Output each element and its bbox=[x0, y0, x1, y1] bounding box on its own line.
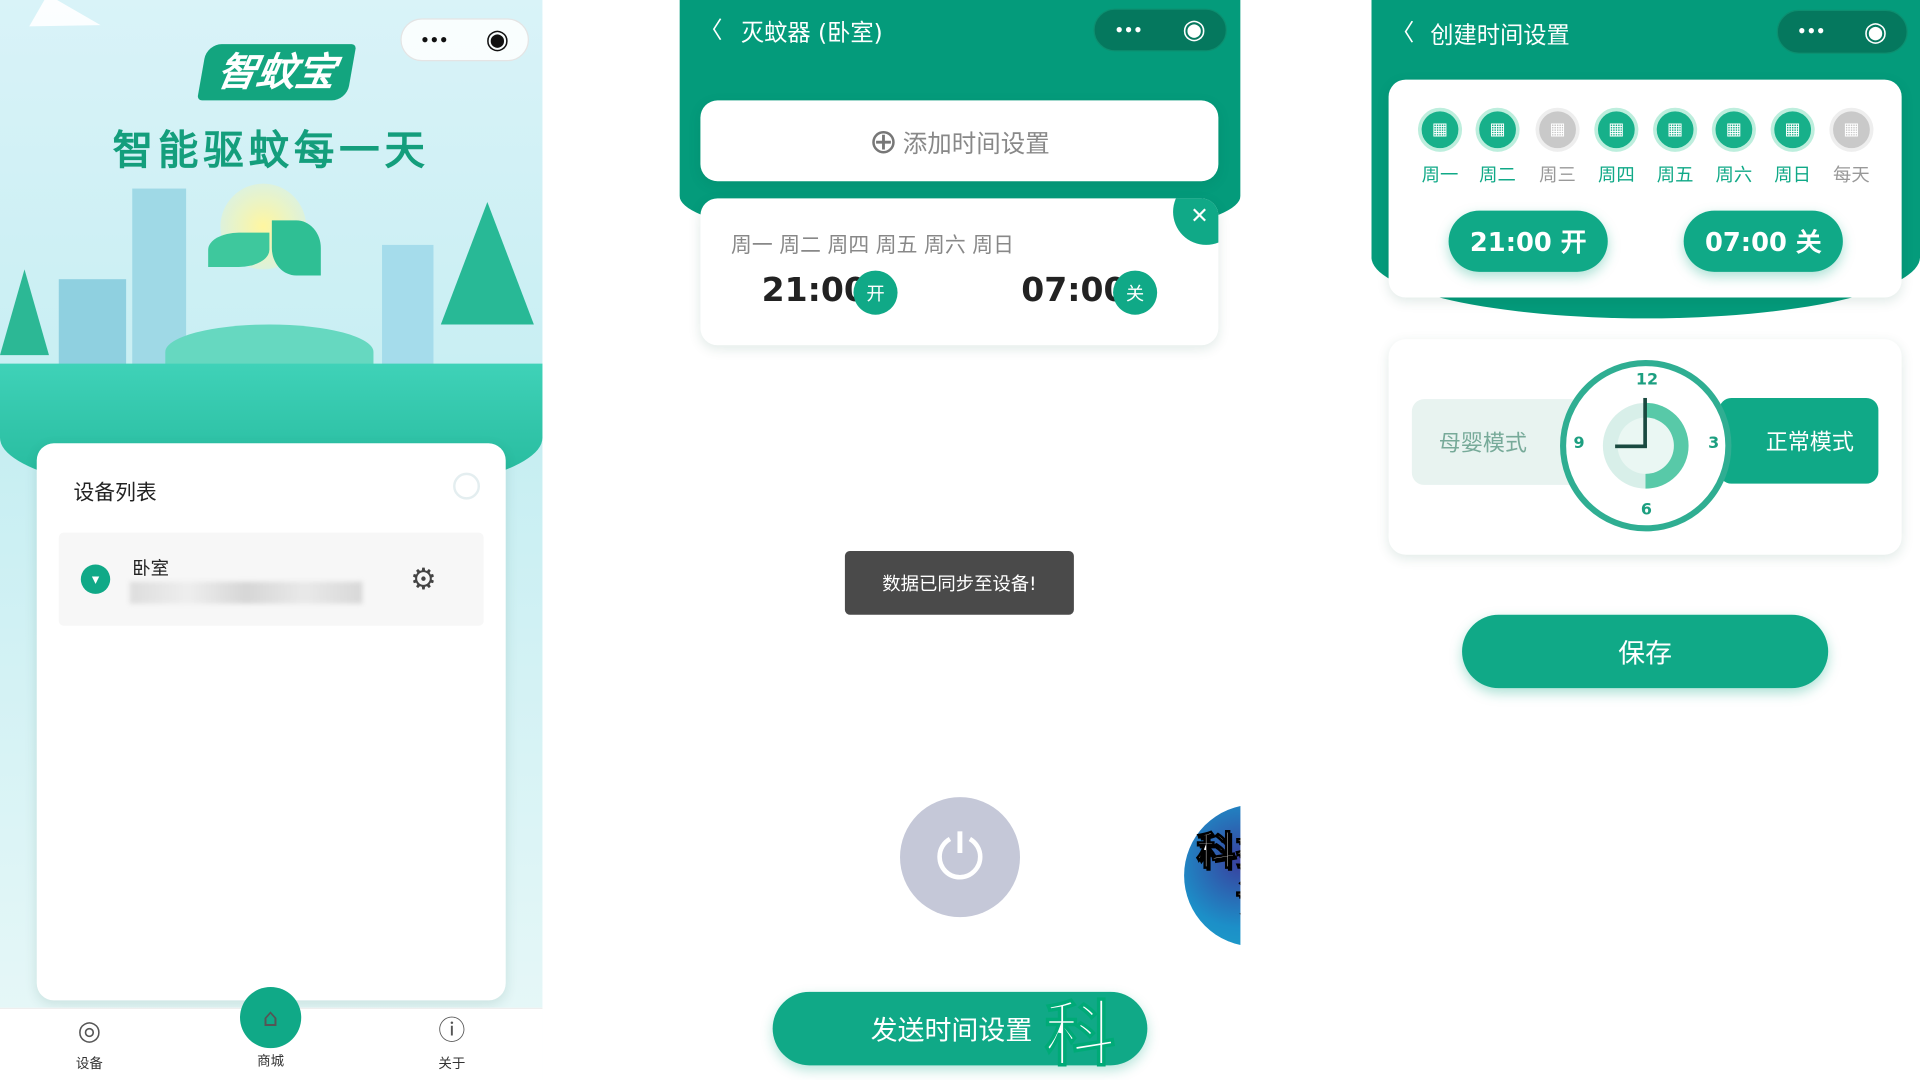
add-circle-icon: ⊕ bbox=[869, 120, 898, 162]
power-icon: ⏻ bbox=[935, 821, 985, 893]
send-time-setting-button[interactable]: 发送时间设置 科 bbox=[772, 991, 1148, 1077]
on-time-button[interactable]: 21:00 开 bbox=[1448, 210, 1608, 272]
capsule-menu: ••• ◉ bbox=[1093, 8, 1227, 52]
tree-graphic bbox=[440, 202, 534, 325]
building-graphic bbox=[382, 244, 434, 365]
calendar-icon: ▦ bbox=[1829, 107, 1874, 152]
more-icon[interactable]: ••• bbox=[1115, 21, 1143, 38]
tab-bar: ◎ 设备 ⌂ 商城 ⓘ 关于 bbox=[0, 986, 543, 1080]
tab-device[interactable]: ◎ 设备 bbox=[53, 1014, 126, 1073]
slogan: 智能驱蚊每一天 bbox=[112, 126, 430, 174]
on-badge: 开 bbox=[853, 270, 898, 315]
close-mini-program-icon[interactable]: ◉ bbox=[1182, 15, 1206, 46]
device-row[interactable]: ▾ 卧室 ⚙ bbox=[58, 532, 484, 626]
watermark-logo: 科技探谈 bbox=[1184, 804, 1241, 947]
mode-card: 母婴模式 正常模式 12 3 6 9 bbox=[1388, 339, 1902, 555]
clock-number-9: 9 bbox=[1573, 434, 1585, 454]
clock-minute-hand bbox=[1643, 397, 1647, 447]
device-name: 卧室 bbox=[132, 557, 170, 580]
day-fri[interactable]: ▦ 周五 bbox=[1648, 107, 1702, 188]
off-time-button[interactable]: 07:00 关 bbox=[1683, 210, 1843, 272]
day-sun[interactable]: ▦ 周日 bbox=[1766, 107, 1820, 188]
power-button[interactable]: ⏻ bbox=[900, 797, 1021, 918]
app-logo: 智蚊宝 bbox=[197, 44, 357, 101]
device-control-screen: 〈 灭蚊器 (卧室) ••• ◉ ⊕ 添加时间设置 周一 周二 周四 周五 周六… bbox=[679, 0, 1241, 1080]
day-everyday[interactable]: ▦ 每天 bbox=[1825, 107, 1879, 188]
more-icon[interactable]: ••• bbox=[420, 31, 448, 48]
day-wed[interactable]: ▦ 周三 bbox=[1531, 107, 1585, 188]
off-time: 07:00 bbox=[1021, 271, 1127, 310]
close-mini-program-icon[interactable]: ◉ bbox=[486, 24, 510, 55]
settings-gear-icon[interactable]: ⚙ bbox=[410, 562, 436, 596]
schedule-days: 周一 周二 周四 周五 周六 周日 bbox=[731, 233, 1014, 259]
building-graphic bbox=[58, 279, 127, 365]
day-mon[interactable]: ▦ 周一 bbox=[1413, 107, 1467, 188]
schedule-card[interactable]: 周一 周二 周四 周五 周六 周日 21:00 开 07:00 关 ✕ bbox=[700, 198, 1219, 346]
capsule-menu: ••• ◉ bbox=[1776, 9, 1908, 54]
device-id-blurred bbox=[129, 581, 363, 604]
calendar-icon: ▦ bbox=[1653, 107, 1698, 152]
calendar-icon: ▦ bbox=[1535, 107, 1580, 152]
mother-baby-mode-button[interactable]: 母婴模式 bbox=[1411, 399, 1584, 485]
calendar-icon: ▦ bbox=[1475, 107, 1520, 152]
day-thu[interactable]: ▦ 周四 bbox=[1589, 107, 1643, 188]
sprout-graphic bbox=[271, 220, 321, 276]
device-list-card: 设备列表 ▾ 卧室 ⚙ bbox=[36, 443, 506, 1001]
save-button[interactable]: 保存 bbox=[1462, 614, 1829, 689]
normal-mode-button[interactable]: 正常模式 bbox=[1719, 397, 1879, 484]
home-screen: ••• ◉ 智蚊宝 智能驱蚊每一天 设备列表 ▾ 卧室 ⚙ ◎设备 ⌂商城 bbox=[0, 0, 543, 1080]
device-list-title: 设备列表 bbox=[73, 481, 157, 506]
store-icon: ⌂ bbox=[240, 986, 302, 1049]
back-button[interactable]: 〈 bbox=[699, 12, 722, 45]
watermark-partial: 科 bbox=[1044, 992, 1116, 1077]
clock-hour-hand bbox=[1615, 444, 1647, 449]
clock-number-3: 3 bbox=[1708, 434, 1720, 454]
tab-about[interactable]: ⓘ 关于 bbox=[415, 1014, 488, 1073]
tab-store[interactable]: ⌂ 商城 bbox=[234, 986, 307, 1070]
day-sat[interactable]: ▦ 周六 bbox=[1707, 107, 1761, 188]
more-icon[interactable]: ••• bbox=[1797, 23, 1825, 40]
back-button[interactable]: 〈 bbox=[1391, 15, 1414, 48]
add-time-setting-label: 添加时间设置 bbox=[902, 127, 1050, 158]
on-time: 21:00 bbox=[761, 271, 867, 310]
create-time-setting-screen: 〈 创建时间设置 ••• ◉ ▦ 周一 ▦ 周二 ▦ 周三 ▦ 周四 ▦ 周五 ▦ 周六 ▦… bbox=[1371, 0, 1920, 1080]
page-title: 创建时间设置 bbox=[1430, 22, 1570, 49]
device-icon: ◎ bbox=[77, 1016, 102, 1047]
delete-schedule-close-icon[interactable]: ✕ bbox=[1173, 198, 1219, 245]
toast-message: 数据已同步至设备! bbox=[844, 551, 1074, 615]
day-selection-card: ▦ 周一 ▦ 周二 ▦ 周三 ▦ 周四 ▦ 周五 ▦ 周六 ▦ 周日 ▦ 每天 21:00 开 … bbox=[1388, 79, 1902, 298]
refresh-icon[interactable] bbox=[453, 472, 481, 500]
calendar-icon: ▦ bbox=[1711, 107, 1756, 152]
close-mini-program-icon[interactable]: ◉ bbox=[1864, 17, 1888, 48]
off-badge: 关 bbox=[1113, 270, 1158, 315]
clock-number-6: 6 bbox=[1640, 500, 1652, 520]
device-icon: ▾ bbox=[80, 564, 111, 594]
add-time-setting-button[interactable]: ⊕ 添加时间设置 bbox=[700, 100, 1219, 182]
tree-graphic bbox=[0, 269, 49, 356]
send-label: 发送时间设置 bbox=[870, 1016, 1033, 1047]
calendar-icon: ▦ bbox=[1417, 107, 1463, 152]
clock-dial[interactable]: 12 3 6 9 bbox=[1560, 360, 1732, 532]
clock-number-12: 12 bbox=[1635, 371, 1659, 390]
info-icon: ⓘ bbox=[438, 1016, 466, 1047]
calendar-icon: ▦ bbox=[1770, 107, 1815, 152]
calendar-icon: ▦ bbox=[1594, 107, 1639, 152]
capsule-menu: ••• ◉ bbox=[400, 18, 529, 62]
day-tue[interactable]: ▦ 周二 bbox=[1471, 107, 1525, 188]
sprout-graphic bbox=[208, 232, 270, 267]
paper-plane-icon bbox=[29, 0, 101, 57]
page-title: 灭蚊器 (卧室) bbox=[740, 19, 883, 47]
